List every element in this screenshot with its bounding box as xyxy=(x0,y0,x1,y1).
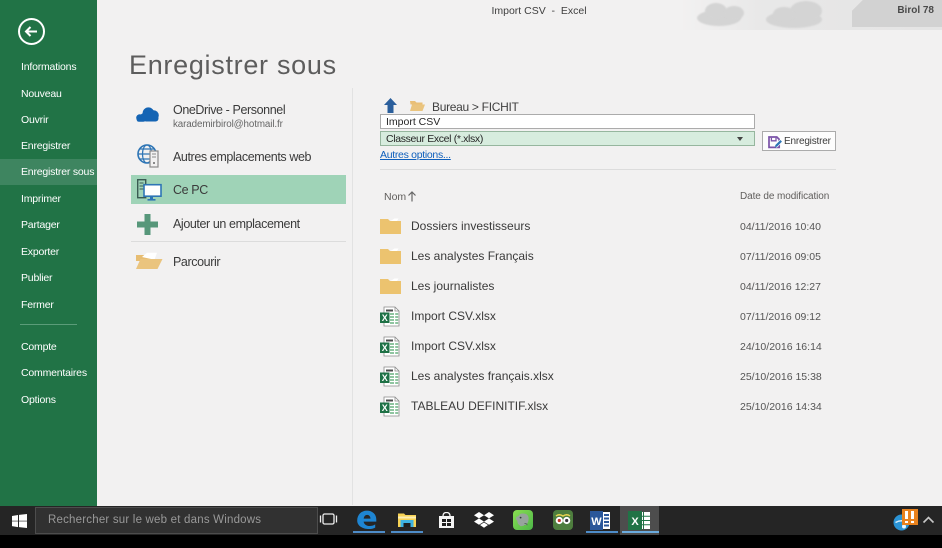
svg-text:X: X xyxy=(382,313,388,323)
svg-text:W: W xyxy=(591,516,602,528)
svg-text:X: X xyxy=(631,516,639,528)
